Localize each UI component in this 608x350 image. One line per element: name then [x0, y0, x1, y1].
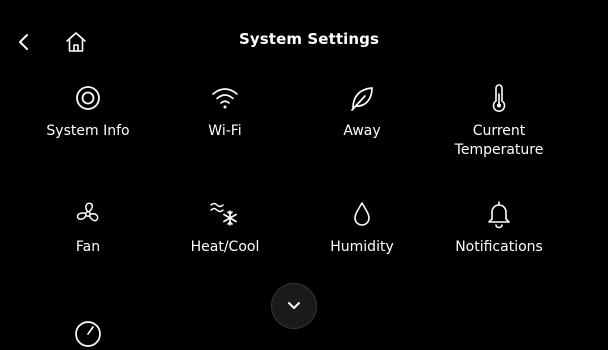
tile-label: Fan [75, 239, 101, 255]
leaf-icon [346, 82, 378, 114]
tile-label: Away [343, 123, 381, 139]
chevron-down-icon [286, 301, 302, 311]
tile-label: Notifications [455, 239, 543, 255]
bell-icon [483, 198, 515, 230]
tile-current-temperature[interactable]: Current Temperature [424, 82, 574, 182]
tile-label: Wi-Fi [208, 123, 242, 139]
tile-system-info[interactable]: System Info [13, 82, 163, 182]
tile-wifi[interactable]: Wi-Fi [150, 82, 300, 182]
tile-away[interactable]: Away [287, 82, 437, 182]
header: System Settings [0, 0, 608, 84]
thermometer-icon [483, 82, 515, 114]
scroll-down-button[interactable] [271, 283, 317, 329]
tile-label: Humidity [330, 239, 394, 255]
wifi-icon [209, 82, 241, 114]
tile-label: System Info [46, 123, 130, 139]
tile-heat-cool[interactable]: Heat/Cool [150, 198, 300, 298]
tile-label: Heat/Cool [190, 239, 260, 255]
tile-notifications[interactable]: Notifications [424, 198, 574, 298]
tile-humidity[interactable]: Humidity [287, 198, 437, 298]
heat-cool-icon [209, 198, 241, 230]
system-settings-screen: System Settings System Info Wi-Fi Away C… [0, 0, 608, 347]
tile-label: Current Temperature [454, 123, 544, 158]
tile-fan[interactable]: Fan [13, 198, 163, 298]
fan-icon [72, 198, 104, 230]
droplet-icon [346, 198, 378, 230]
page-title: System Settings [238, 30, 379, 48]
gauge-icon[interactable] [72, 318, 104, 350]
target-circle-icon [72, 82, 104, 114]
